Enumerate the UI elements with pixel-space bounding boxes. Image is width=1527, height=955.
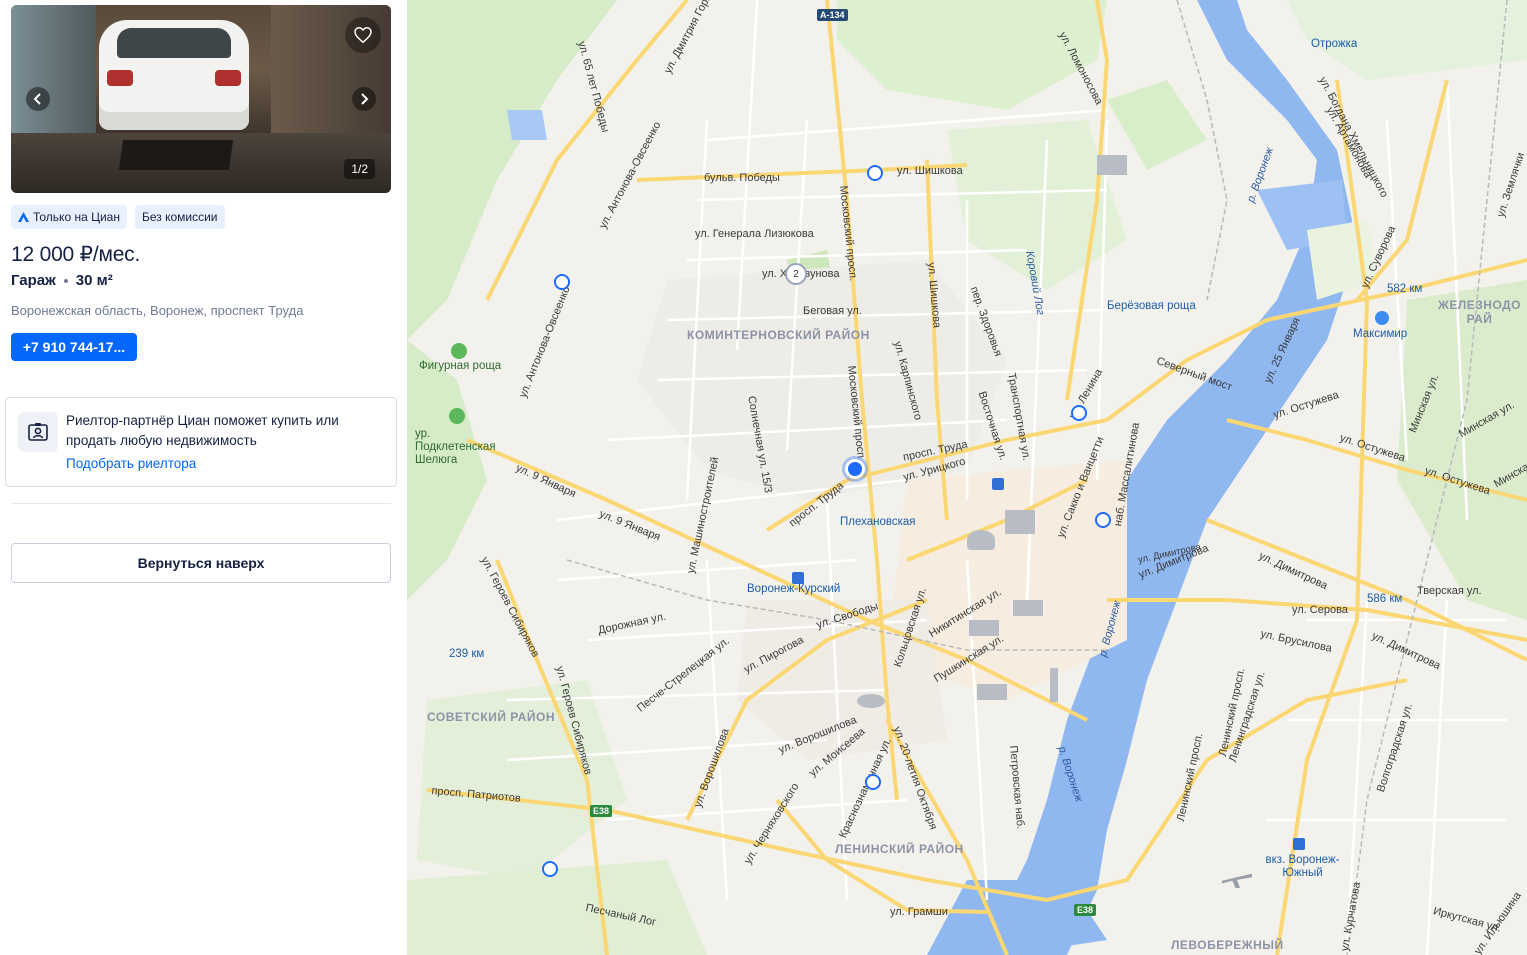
circus-icon bbox=[857, 694, 885, 708]
photo-prev-button[interactable] bbox=[26, 87, 50, 111]
district-label: КОМИНТЕРНОВСКИЙ РАЙОН bbox=[687, 328, 870, 342]
park-icon bbox=[451, 343, 467, 359]
street-label: ул. Генерала Лизюкова bbox=[695, 228, 814, 240]
back-to-top-button[interactable]: Вернуться наверх bbox=[11, 543, 391, 583]
street-label: ул. Серова bbox=[1292, 604, 1348, 616]
place-label: 582 км bbox=[1387, 283, 1423, 295]
place-label: Максимир bbox=[1353, 328, 1408, 340]
photo-pit bbox=[118, 140, 234, 170]
phone-button[interactable]: +7 910 744-17... bbox=[11, 333, 137, 361]
realtor-card: Риелтор-партнёр Циан поможет купить или … bbox=[5, 397, 397, 487]
place-label: Плехановская bbox=[840, 516, 916, 528]
cian-logo-icon bbox=[18, 212, 29, 222]
building-landmark-icon bbox=[969, 620, 999, 636]
monument-icon bbox=[1050, 668, 1058, 702]
building-landmark-icon bbox=[1013, 600, 1043, 616]
road-shield: Е38 bbox=[590, 805, 613, 817]
photo-counter: 1/2 bbox=[344, 159, 375, 179]
photo-next-button[interactable] bbox=[352, 87, 376, 111]
address[interactable]: Воронежская область, Воронеж, проспект Т… bbox=[11, 303, 303, 318]
street-label: бульв. Победы bbox=[704, 172, 780, 184]
car-lamp-left bbox=[107, 70, 133, 86]
place-label: 239 км bbox=[449, 648, 485, 660]
find-realtor-link[interactable]: Подобрать риелтора bbox=[66, 456, 196, 471]
listing-photo[interactable]: 1/2 bbox=[11, 5, 391, 193]
realtor-text: Риелтор-партнёр Циан поможет купить или … bbox=[66, 413, 339, 448]
place-label: Берёзовая роща bbox=[1107, 300, 1196, 312]
railway-station-icon bbox=[992, 478, 1004, 490]
road-shield: А-134 bbox=[817, 9, 848, 21]
street-label: Тверская ул. bbox=[1417, 585, 1482, 597]
car-lamp-right bbox=[215, 70, 241, 86]
street-label: ул. Шишкова bbox=[897, 165, 963, 177]
district-label: ЛЕВОБЕРЕЖНЫЙ bbox=[1171, 938, 1284, 952]
stadium-icon bbox=[967, 530, 995, 550]
district-label: ЛЕНИНСКИЙ РАЙОН bbox=[835, 842, 964, 856]
park-icon bbox=[449, 408, 465, 424]
building-landmark-icon bbox=[977, 684, 1007, 700]
favorite-button[interactable] bbox=[345, 17, 381, 53]
place-label: Воронеж-Курский bbox=[747, 583, 841, 595]
place-label: 586 км bbox=[1367, 593, 1403, 605]
realtor-badge-icon bbox=[18, 412, 58, 452]
street-label: Беговая ул. bbox=[803, 305, 862, 317]
listing-marker[interactable] bbox=[554, 274, 570, 290]
building-landmark-icon bbox=[1005, 510, 1035, 534]
listing-panel: 1/2 Только на Циан Без комиссии 12 000 ₽… bbox=[0, 0, 407, 955]
id-card-icon bbox=[28, 423, 48, 441]
photo-car bbox=[99, 20, 249, 130]
place-label: Фигурная роща bbox=[419, 360, 502, 372]
car-window bbox=[117, 28, 231, 58]
place-label: Отрожка bbox=[1311, 38, 1358, 50]
listing-marker[interactable] bbox=[867, 165, 883, 181]
listing-marker[interactable] bbox=[1095, 512, 1111, 528]
chevron-right-icon bbox=[361, 93, 369, 105]
district-label: СОВЕТСКИЙ РАЙОН bbox=[427, 710, 556, 724]
listing-subtitle: Гараж 30 м² bbox=[11, 272, 113, 289]
place-label: ур. Подклетенская Шелюга bbox=[415, 428, 496, 466]
railway-station-icon bbox=[792, 572, 804, 584]
badge-no-commission: Без комиссии bbox=[134, 205, 225, 229]
listing-marker[interactable] bbox=[542, 861, 558, 877]
listing-marker[interactable] bbox=[865, 774, 881, 790]
shop-icon bbox=[1375, 311, 1389, 325]
badge-only-cian: Только на Циан bbox=[11, 205, 127, 229]
road-shield: Е38 bbox=[1074, 904, 1097, 916]
chevron-left-icon bbox=[33, 93, 41, 105]
price: 12 000 ₽/мес. bbox=[11, 243, 141, 266]
map[interactable]: КОМИНТЕРНОВСКИЙ РАЙОН СОВЕТСКИЙ РАЙОН ЛЕ… bbox=[407, 0, 1527, 955]
badges: Только на Циан Без комиссии bbox=[11, 205, 225, 229]
badge-label: Без комиссии bbox=[141, 210, 218, 224]
street-label: ул. Грамши bbox=[890, 906, 948, 918]
listing-marker-selected[interactable] bbox=[845, 459, 865, 479]
railway-station-icon bbox=[1293, 838, 1305, 850]
property-area: 30 м² bbox=[75, 272, 113, 289]
divider bbox=[11, 503, 391, 504]
place-label: вкз. Воронеж-Южный bbox=[1265, 854, 1340, 879]
district-label: ЖЕЛЕЗНОДО РАЙ bbox=[1437, 298, 1521, 326]
property-type: Гараж bbox=[11, 272, 56, 289]
building-landmark-icon bbox=[1097, 155, 1127, 175]
separator-dot bbox=[63, 278, 68, 283]
badge-label: Только на Циан bbox=[33, 210, 120, 224]
listing-cluster[interactable]: 2 bbox=[785, 263, 807, 285]
heart-icon bbox=[354, 27, 372, 43]
listing-marker[interactable] bbox=[1071, 405, 1087, 421]
